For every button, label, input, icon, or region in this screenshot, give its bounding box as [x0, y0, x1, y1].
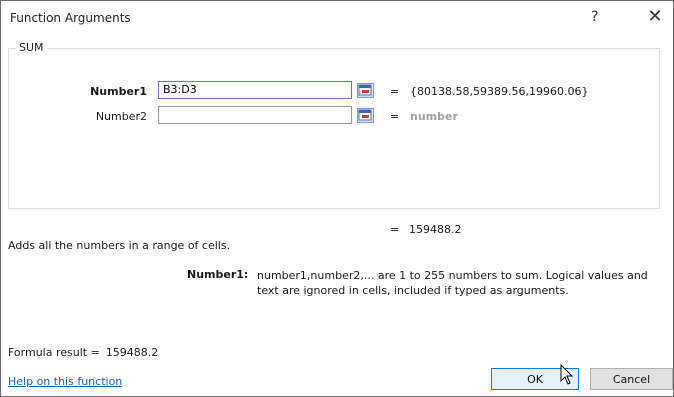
cancel-button[interactable]: Cancel — [590, 368, 673, 390]
number2-input[interactable] — [158, 106, 352, 124]
function-group-box — [8, 48, 660, 209]
arg-equals: = — [390, 85, 400, 98]
number1-evaluated: {80138.58,59389.56,19960.06} — [410, 85, 589, 98]
arg-description-label: Number1: — [187, 268, 249, 281]
formula-result-label: Formula result = — [8, 346, 100, 359]
function-name: SUM — [16, 41, 47, 54]
close-icon[interactable]: ✕ — [643, 5, 667, 29]
collapse-dialog-icon[interactable] — [357, 83, 374, 98]
formula-result-value: 159488.2 — [105, 346, 159, 359]
arg-label-number1: Number1 — [90, 85, 147, 98]
function-arguments-dialog: Function Arguments ? ✕ SUM Number1 = {80… — [0, 0, 674, 397]
arg-label-number2: Number2 — [95, 110, 147, 123]
arg-equals: = — [390, 110, 400, 123]
result-equals: = — [390, 223, 400, 236]
mouse-pointer-icon — [560, 363, 574, 389]
dialog-title: Function Arguments — [10, 11, 131, 25]
function-description: Adds all the numbers in a range of cells… — [8, 239, 231, 252]
number2-evaluated: number — [410, 110, 458, 123]
help-icon[interactable]: ? — [591, 9, 598, 25]
help-on-function-link[interactable]: Help on this function — [8, 375, 122, 388]
number1-input[interactable] — [158, 81, 352, 99]
collapse-dialog-icon[interactable] — [357, 108, 374, 123]
arg-description-text: number1,number2,... are 1 to 255 numbers… — [257, 269, 648, 297]
formula-result: Formula result = 159488.2 — [8, 346, 164, 359]
function-result-value: 159488.2 — [409, 223, 462, 236]
title-bar: Function Arguments ? ✕ — [1, 1, 673, 35]
